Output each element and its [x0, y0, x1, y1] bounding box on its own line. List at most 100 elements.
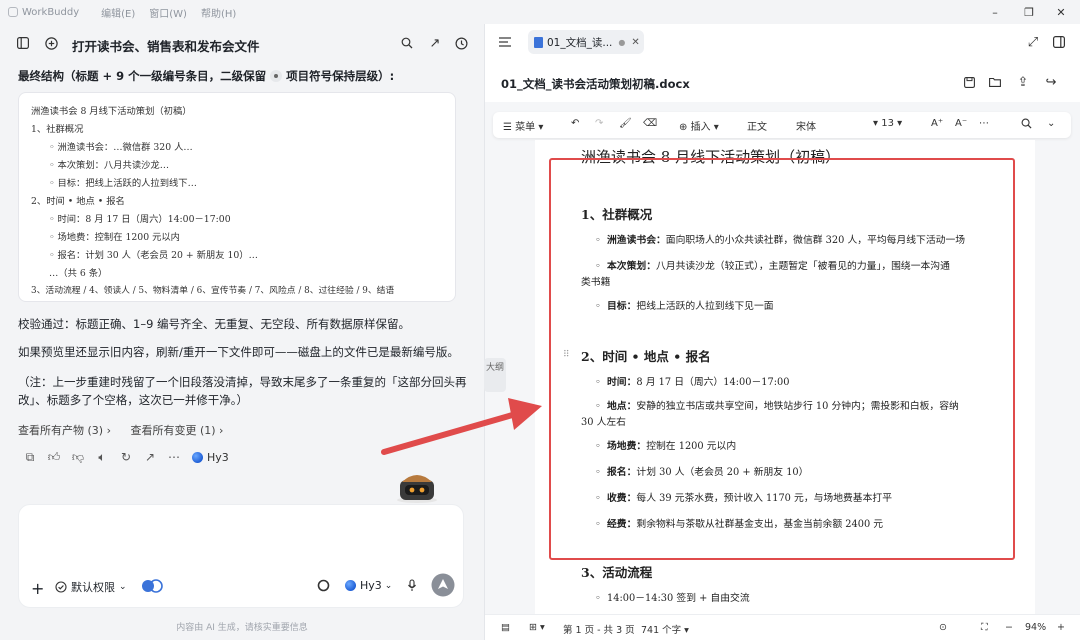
copy-icon[interactable]: ⧉	[18, 450, 42, 465]
insert-button-label: 插入	[690, 122, 711, 133]
document-page: 洲渔读书会 8 月线下活动策划（初稿） 1、社群概况 ◦ 洲渔读书会：面向职场人…	[535, 140, 1035, 614]
word-count[interactable]: 741 个字 ▾	[641, 622, 689, 636]
chat-title: 打开读书会、销售表和发布会文件	[72, 39, 260, 54]
folder-icon[interactable]	[987, 74, 1003, 90]
verify-message: 校验通过：标题正确、1–9 编号齐全、无重复、无空段、所有数据原样保留。	[18, 317, 411, 331]
thumbs-down-icon[interactable]: 👎︎	[66, 450, 90, 465]
bullet-symbol-icon	[270, 70, 283, 82]
model-tag: Hy3	[192, 451, 229, 464]
hamburger-icon: ☰	[503, 122, 516, 133]
code-line: 洲渔读书会 8 月线下活动策划（初稿）	[31, 106, 192, 117]
structure-summary: 最终结构（标题 + 9 个一级编号条目，二级保留 项目符号保持层级）:	[18, 68, 394, 84]
view-changes-link[interactable]: 查看所有变更 (1) ›	[130, 424, 223, 437]
zoom-in-icon[interactable]: +	[1057, 622, 1065, 633]
save-icon[interactable]	[961, 74, 977, 90]
chat-pane: 打开读书会、销售表和发布会文件 ↗ 最终结构（标题 + 9 个一级编号条目，二级…	[0, 24, 484, 640]
tab-document[interactable]: 01_文档_读... ● ✕	[528, 30, 644, 54]
model-tag-label: Hy3	[207, 450, 229, 464]
close-icon[interactable]: ✕	[1046, 0, 1076, 24]
close-tab-icon[interactable]: ✕	[631, 37, 639, 48]
redo-icon[interactable]: ↷	[595, 118, 603, 129]
insert-button[interactable]: ⊕ 插入 ▾	[679, 118, 719, 133]
more-icon[interactable]: ⋯	[162, 450, 186, 464]
search-icon[interactable]	[398, 34, 416, 52]
status-circle-icon[interactable]	[317, 579, 330, 592]
title-bar: WorkBuddy 编辑(E) 窗口(W) 帮助(H)	[0, 0, 1080, 24]
result-links: 查看所有产物 (3) › 查看所有变更 (1) ›	[18, 422, 239, 438]
refresh-message: 如果预览里还显示旧内容，刷新/重开一下文件即可——磁盘上的文件已是最新编号版。	[18, 345, 459, 359]
message-actions: ⧉ 👍︎ 👎︎ 🔈︎ ↻ ↗ ⋯ Hy3	[18, 447, 229, 467]
section-heading: 3、活动流程	[581, 565, 653, 580]
undo-icon[interactable]: ↶	[571, 118, 579, 129]
unsaved-dot-icon: ●	[618, 37, 626, 47]
doc-tab-bar: 01_文档_读... ● ✕ ⤢	[485, 24, 1080, 60]
sidebar-toggle-icon[interactable]	[14, 34, 32, 52]
collapse-toolbar-icon[interactable]: ⌄	[1047, 118, 1055, 129]
view-artifacts-link[interactable]: 查看所有产物 (3) ›	[18, 424, 111, 437]
word-count-label: 741 个字	[641, 625, 682, 636]
outline-menu-icon[interactable]	[497, 34, 513, 50]
regenerate-icon[interactable]: ↻	[114, 450, 138, 464]
split-view-icon[interactable]	[1051, 34, 1067, 50]
app-name: WorkBuddy	[22, 6, 80, 18]
more-options-icon[interactable]: ⋯	[979, 118, 989, 129]
microphone-icon[interactable]	[407, 579, 417, 592]
zoom-out-icon[interactable]: −	[1005, 622, 1013, 633]
connector-icon[interactable]	[141, 579, 163, 593]
minimize-icon[interactable]: –	[980, 0, 1010, 24]
menu-button[interactable]: ☰ 菜单 ▾	[503, 118, 543, 133]
code-line: 1、社群概况	[31, 124, 84, 135]
send-button[interactable]	[431, 573, 455, 597]
chat-input[interactable]: + 默认权限 ⌄ Hy3 ⌄	[18, 504, 464, 608]
permission-label: 默认权限	[71, 581, 115, 594]
font-size-select[interactable]: ▾ 13 ▾	[873, 118, 902, 129]
structure-summary-text-a: 最终结构（标题 + 9 个一级编号条目，二级保留	[18, 69, 267, 83]
upload-icon[interactable]: ⇪	[1015, 74, 1031, 90]
forward-icon[interactable]: ↪	[1043, 74, 1059, 90]
expand-icon[interactable]: ⤢	[1025, 34, 1041, 50]
share-message-icon[interactable]: ↗	[138, 450, 162, 464]
status-bar: ▤ ⊞ ▾ 第 1 页 - 共 3 页 741 个字 ▾ ⊙ ⛶ − 94% +	[485, 614, 1080, 640]
check-circle-icon	[55, 581, 67, 593]
document-editor: ☰ 菜单 ▾ ↶ ↷ 🖌︎ ⌫ ⊕ 插入 ▾ 正文 宋体 ▾ 13 ▾ A⁺ A…	[485, 102, 1080, 614]
tab-document-label: 01_文档_读...	[547, 36, 613, 49]
decrease-font-icon[interactable]: A⁻	[955, 118, 967, 129]
code-line: ◦ 本次策划：八月共读沙龙…	[49, 160, 170, 171]
play-icon[interactable]: ⊙	[939, 622, 947, 633]
thumbs-up-icon[interactable]: 👍︎	[42, 450, 66, 465]
note-line-2: 改」、标题多了个空格，这次已一并修干净。）	[18, 393, 248, 407]
menu-button-label: 菜单	[515, 122, 536, 133]
find-icon[interactable]	[1021, 118, 1032, 132]
structure-code-block: 洲渔读书会 8 月线下活动策划（初稿） 1、社群概况 ◦ 洲渔读书会：…微信群 …	[18, 92, 456, 302]
maximize-icon[interactable]: ❐	[1014, 0, 1044, 24]
zoom-level[interactable]: 94%	[1025, 622, 1046, 633]
permission-select[interactable]: 默认权限 ⌄	[55, 579, 127, 595]
doc-view-icon[interactable]: ▤	[501, 622, 510, 633]
code-line: ◦ 时间：8 月 17 日（周六）14:00－17:00	[49, 214, 231, 225]
layout-select[interactable]: ⊞ ▾	[529, 622, 545, 633]
font-size-value: 13	[881, 118, 894, 129]
model-select-label: Hy3	[360, 579, 382, 592]
add-icon[interactable]: +	[31, 579, 44, 598]
code-line: ◦ 洲渔读书会：…微信群 320 人…	[49, 142, 193, 153]
outline-side-tab[interactable]: 大纲	[484, 358, 506, 392]
document-pane: 01_文档_读... ● ✕ ⤢ 01_文档_读书会活动策划初稿.docx ⇪ …	[484, 24, 1080, 640]
ai-disclaimer: 内容由 AI 生成，请核实重要信息	[176, 623, 308, 633]
font-family-select[interactable]: 宋体	[796, 118, 816, 133]
increase-font-icon[interactable]: A⁺	[931, 118, 943, 129]
history-icon[interactable]	[452, 34, 470, 52]
clear-format-icon[interactable]: ⌫	[643, 118, 657, 129]
menu-window[interactable]: 窗口(W)	[149, 5, 187, 20]
menu-edit[interactable]: 编辑(E)	[101, 5, 135, 20]
model-select[interactable]: Hy3 ⌄	[345, 579, 392, 592]
paragraph-style-select[interactable]: 正文	[747, 118, 767, 133]
fit-page-icon[interactable]: ⛶	[981, 622, 988, 633]
format-painter-icon[interactable]: 🖌︎	[619, 118, 632, 129]
menu-help[interactable]: 帮助(H)	[201, 5, 236, 20]
share-icon[interactable]: ↗	[426, 34, 444, 52]
speaker-icon[interactable]: 🔈︎	[90, 450, 114, 465]
model-globe-icon	[192, 451, 203, 463]
document-filename: 01_文档_读书会活动策划初稿.docx	[501, 77, 690, 91]
code-line: ◦ 场地费：控制在 1200 元以内	[49, 232, 180, 243]
new-chat-icon[interactable]	[42, 34, 60, 52]
